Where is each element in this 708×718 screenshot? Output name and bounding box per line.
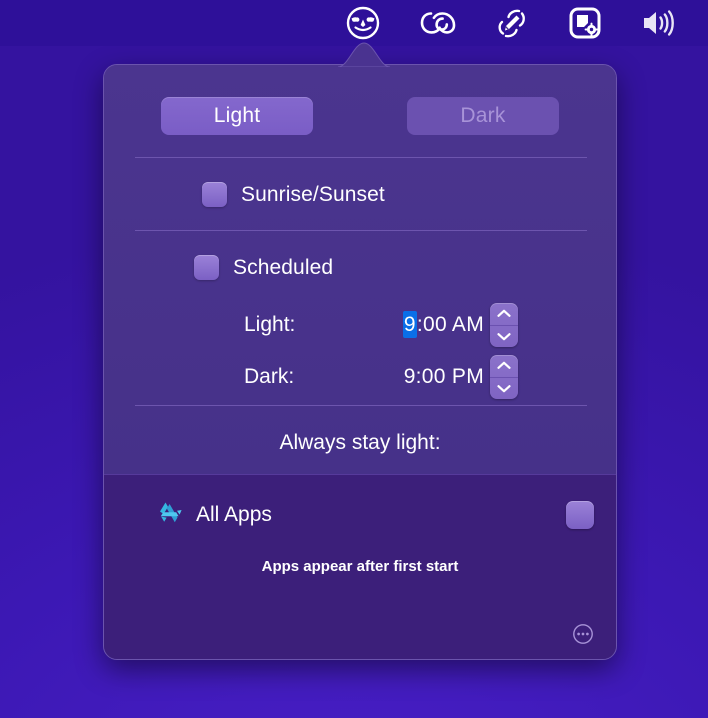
scheduled-light-label: Light: (244, 313, 296, 336)
sunrise-sunset-checkbox[interactable] (202, 182, 227, 207)
scheduled-row[interactable]: Scheduled (194, 255, 333, 280)
sunrise-sunset-label: Sunrise/Sunset (241, 182, 385, 206)
scheduled-dark-time-row: Dark: 9:00 PM (244, 355, 518, 399)
all-apps-checkbox[interactable] (566, 501, 594, 529)
volume-icon[interactable] (622, 0, 696, 46)
adobe-cc-icon[interactable] (400, 0, 474, 46)
divider-2 (135, 230, 587, 231)
owl-icon[interactable] (326, 0, 400, 46)
appearance-mode-segmented-control: Light Dark (104, 97, 616, 135)
sunrise-sunset-row[interactable]: Sunrise/Sunset (202, 182, 385, 207)
night-owl-popover: Light Dark Sunrise/Sunset Scheduled Ligh… (103, 64, 617, 660)
popover-settings-section: Light Dark Sunrise/Sunset Scheduled Ligh… (104, 65, 616, 474)
apps-hint-text: Apps appear after first start (261, 558, 459, 575)
all-apps-row[interactable]: All Apps (104, 499, 616, 531)
scheduled-light-time-row: Light: 9:00 AM (244, 303, 518, 347)
brush-clean-icon[interactable] (474, 0, 548, 46)
dark-mode-button[interactable]: Dark (407, 97, 559, 135)
all-apps-label: All Apps (196, 503, 272, 526)
light-mode-button[interactable]: Light (161, 97, 313, 135)
more-options-button[interactable] (571, 622, 595, 646)
menu-bar (0, 0, 708, 46)
scheduled-dark-time-input[interactable]: 9:00 PM (362, 365, 484, 389)
scheduled-dark-stepper-up[interactable] (490, 355, 518, 378)
scheduled-light-time-rest: :00 AM (416, 313, 484, 336)
scheduled-light-time-selected-segment[interactable]: 9 (402, 311, 417, 338)
divider-3 (135, 405, 587, 406)
scheduled-dark-stepper-down[interactable] (490, 378, 518, 400)
scheduled-light-time-input[interactable]: 9:00 AM (362, 311, 484, 338)
scheduled-light-stepper-up[interactable] (490, 303, 518, 326)
popover-apps-section: All Apps Apps appear after first start (104, 474, 616, 659)
scheduled-label: Scheduled (233, 255, 334, 279)
scheduled-dark-label: Dark: (244, 365, 295, 388)
divider-1 (135, 157, 587, 158)
scheduled-light-time-stepper[interactable] (490, 303, 518, 347)
scheduled-light-stepper-down[interactable] (490, 326, 518, 348)
app-store-icon (158, 499, 185, 531)
screenshot-icon[interactable] (548, 0, 622, 46)
scheduled-dark-time-stepper[interactable] (490, 355, 518, 399)
always-stay-light-label: Always stay light: (279, 431, 441, 454)
scheduled-checkbox[interactable] (194, 255, 219, 280)
